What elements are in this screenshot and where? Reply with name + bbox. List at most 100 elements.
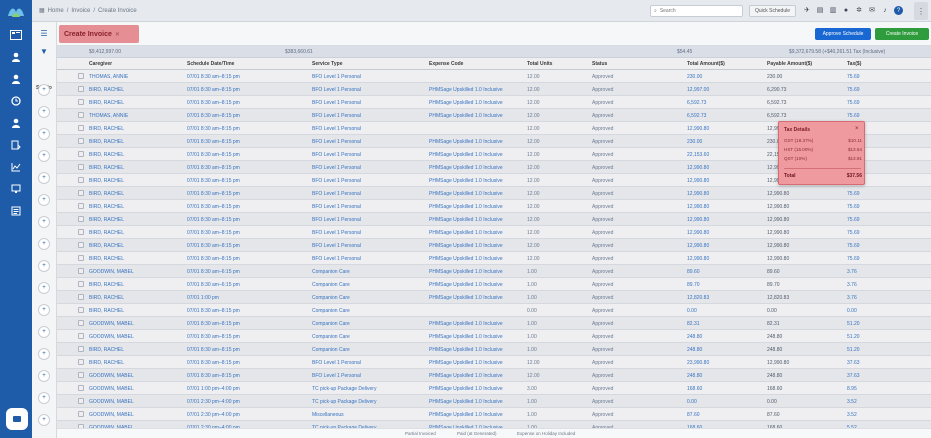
cell-total[interactable]: 6,592.73 — [687, 100, 706, 106]
billing-icon[interactable] — [8, 138, 24, 152]
cell-expense[interactable]: PHMSage Upskilled 1.0 Inclusive — [429, 373, 503, 379]
cell-tax[interactable]: 3.76 — [847, 269, 857, 275]
table-row[interactable]: GOODWIN, MABEL 07/01 2:30 pm–4:00 pm Misce… — [57, 408, 931, 421]
cell-tax[interactable]: 3.52 — [847, 399, 857, 405]
cell-expense[interactable]: PHMSage Upskilled 1.0 Inclusive — [429, 100, 503, 106]
cell-total[interactable]: 230.00 — [687, 139, 702, 145]
cell-service[interactable]: Companion Care — [312, 334, 350, 340]
cell-tax[interactable]: 51.20 — [847, 321, 860, 327]
cell-caregiver[interactable]: GOODWIN, MABEL — [89, 412, 134, 418]
cell-total[interactable]: 22,153.60 — [687, 152, 709, 158]
row-checkbox[interactable] — [78, 307, 84, 313]
col-status[interactable]: Status — [592, 61, 607, 67]
cell-schedule[interactable]: 07/01 8:30 am–8:15 pm — [187, 373, 240, 379]
row-expand-button[interactable]: + — [38, 370, 50, 382]
cell-tax[interactable]: 75.69 — [847, 256, 860, 262]
cell-service[interactable]: BFO Level 1 Personal — [312, 373, 361, 379]
cell-expense[interactable]: PHMSage Upskilled 1.0 Inclusive — [429, 269, 503, 275]
row-checkbox[interactable] — [78, 125, 84, 131]
cell-expense[interactable]: PHMSage Upskilled 1.0 Inclusive — [429, 204, 503, 210]
help-icon[interactable]: ? — [894, 6, 903, 15]
cell-caregiver[interactable]: BIRD, RACHEL — [89, 230, 124, 236]
row-checkbox[interactable] — [78, 112, 84, 118]
cell-total[interactable]: 230.00 — [687, 74, 702, 80]
cell-expense[interactable]: PHMSage Upskilled 1.0 Inclusive — [429, 412, 503, 418]
cell-schedule[interactable]: 07/01 8:30 am–8:15 pm — [187, 321, 240, 327]
settings-gear-icon[interactable]: ✲ — [855, 6, 863, 15]
table-row[interactable]: BIRD, RACHEL 07/01 8:30 am–8:15 pm BFO Lev… — [57, 252, 931, 265]
cell-schedule[interactable]: 07/01 8:30 am–8:15 pm — [187, 217, 240, 223]
cell-tax[interactable]: 75.69 — [847, 100, 860, 106]
table-row[interactable]: BIRD, RACHEL 07/01 8:30 am–8:15 pm BFO Lev… — [57, 226, 931, 239]
row-expand-button[interactable]: + — [38, 282, 50, 294]
quick-schedule-button[interactable]: Quick Schedule — [749, 5, 796, 17]
cell-total[interactable]: 89.70 — [687, 282, 700, 288]
cell-expense[interactable]: PHMSage Upskilled 1.0 Inclusive — [429, 217, 503, 223]
staff-icon[interactable] — [8, 116, 24, 130]
cell-caregiver[interactable]: BIRD, RACHEL — [89, 178, 124, 184]
cell-total[interactable]: 12,990.80 — [687, 204, 709, 210]
cell-schedule[interactable]: 07/01 8:30 am–8:15 pm — [187, 165, 240, 171]
row-expand-button[interactable]: + — [38, 348, 50, 360]
cell-expense[interactable]: PHMSage Upskilled 1.0 Inclusive — [429, 230, 503, 236]
row-checkbox[interactable] — [78, 177, 84, 183]
row-expand-button[interactable]: + — [38, 304, 50, 316]
clock-icon[interactable] — [8, 94, 24, 108]
cell-expense[interactable]: PHMSage Upskilled 1.0 Inclusive — [429, 256, 503, 262]
cell-caregiver[interactable]: GOODWIN, MABEL — [89, 334, 134, 340]
row-checkbox[interactable] — [78, 190, 84, 196]
cell-tax[interactable]: 75.69 — [847, 217, 860, 223]
cell-tax[interactable]: 8.95 — [847, 386, 857, 392]
col-units[interactable]: Total Units — [527, 61, 552, 67]
cell-service[interactable]: Companion Care — [312, 282, 350, 288]
cell-schedule[interactable]: 07/01 8:30 am–8:15 pm — [187, 113, 240, 119]
row-checkbox[interactable] — [78, 73, 84, 79]
list-view-icon[interactable]: ☰ — [39, 28, 49, 38]
cell-schedule[interactable]: 07/01 8:30 am–8:15 pm — [187, 243, 240, 249]
row-expand-button[interactable]: + — [38, 128, 50, 140]
table-row[interactable]: GOODWIN, MABEL 07/01 8:30 am–8:15 pm BFO L… — [57, 369, 931, 382]
table-row[interactable]: BIRD, RACHEL 07/01 8:30 am–8:15 pm BFO Lev… — [57, 356, 931, 369]
cell-expense[interactable]: PHMSage Upskilled 1.0 Inclusive — [429, 321, 503, 327]
cell-total[interactable]: 12,990.80 — [687, 178, 709, 184]
row-checkbox[interactable] — [78, 99, 84, 105]
cell-service[interactable]: BFO Level 1 Personal — [312, 204, 361, 210]
cell-caregiver[interactable]: BIRD, RACHEL — [89, 282, 124, 288]
cell-expense[interactable]: PHMSage Upskilled 1.0 Inclusive — [429, 295, 503, 301]
cell-total[interactable]: 12,820.83 — [687, 295, 709, 301]
app-logo[interactable] — [5, 4, 27, 20]
table-row[interactable]: GOODWIN, MABEL 07/01 8:30 am–8:15 pm Compa… — [57, 317, 931, 330]
row-expand-button[interactable]: + — [38, 172, 50, 184]
cell-service[interactable]: Companion Care — [312, 269, 350, 275]
row-checkbox[interactable] — [78, 229, 84, 235]
row-checkbox[interactable] — [78, 138, 84, 144]
cell-total[interactable]: 89.60 — [687, 269, 700, 275]
cell-caregiver[interactable]: THOMAS, ANNIE — [89, 113, 128, 119]
cell-schedule[interactable]: 07/01 8:30 am–8:15 pm — [187, 152, 240, 158]
row-checkbox[interactable] — [78, 411, 84, 417]
bell-icon[interactable]: ♪ — [881, 6, 889, 15]
row-expand-button[interactable]: + — [38, 414, 50, 426]
cell-service[interactable]: Miscellaneous — [312, 412, 344, 418]
search-input[interactable]: ⌕ Search — [650, 5, 743, 17]
table-row[interactable]: BIRD, RACHEL 07/01 8:30 am–8:15 pm BFO Lev… — [57, 213, 931, 226]
cell-expense[interactable]: PHMSage Upskilled 1.0 Inclusive — [429, 165, 503, 171]
col-total[interactable]: Total Amount($) — [687, 61, 725, 67]
cell-total[interactable]: 248.80 — [687, 334, 702, 340]
cell-caregiver[interactable]: BIRD, RACHEL — [89, 204, 124, 210]
cell-tax[interactable]: 75.69 — [847, 230, 860, 236]
cell-tax[interactable]: 3.76 — [847, 295, 857, 301]
cell-service[interactable]: Companion Care — [312, 308, 350, 314]
cell-schedule[interactable]: 07/01 8:30 am–6:15 pm — [187, 269, 240, 275]
cell-tax[interactable]: 75.69 — [847, 74, 860, 80]
cell-caregiver[interactable]: BIRD, RACHEL — [89, 256, 124, 262]
cell-service[interactable]: BFO Level 1 Personal — [312, 178, 361, 184]
cell-total[interactable]: 12,997.00 — [687, 87, 709, 93]
col-tax[interactable]: Tax($) — [847, 61, 861, 67]
table-row[interactable]: GOODWIN, MABEL 07/01 1:00 pm–4:00 pm TC pi… — [57, 382, 931, 395]
cell-caregiver[interactable]: BIRD, RACHEL — [89, 139, 124, 145]
export-icon[interactable]: ▥ — [829, 6, 837, 15]
title-close-icon[interactable]: ✕ — [115, 31, 120, 38]
cell-schedule[interactable]: 07/01 8:30 am–8:15 pm — [187, 308, 240, 314]
table-row[interactable]: BIRD, RACHEL 07/01 8:30 am–8:15 pm BFO Lev… — [57, 200, 931, 213]
